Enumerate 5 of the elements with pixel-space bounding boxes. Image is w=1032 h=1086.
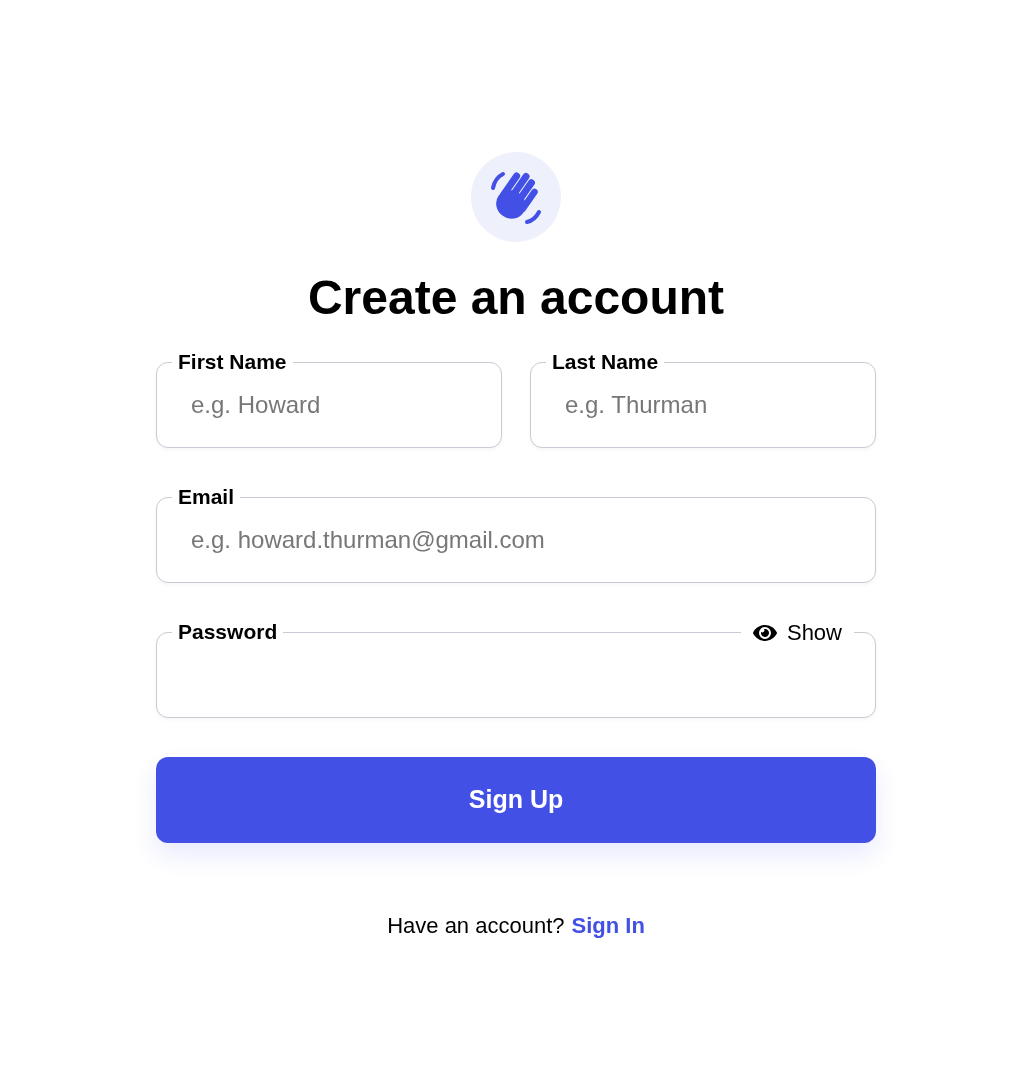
sign-up-button[interactable]: Sign Up	[156, 757, 876, 843]
account-prompt: Have an account?	[387, 912, 565, 940]
sign-in-link[interactable]: Sign In	[571, 909, 645, 942]
waving-hand-icon	[471, 152, 561, 242]
page-title: Create an account	[307, 270, 725, 326]
